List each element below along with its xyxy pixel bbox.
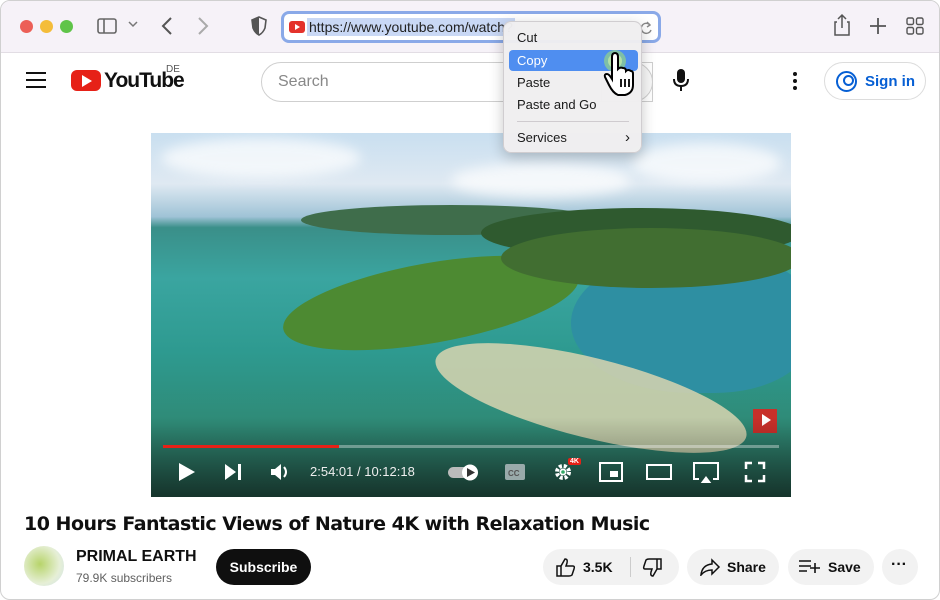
subscriber-count: 79.9K subscribers	[76, 571, 173, 585]
progress-bar[interactable]	[163, 445, 779, 448]
forward-icon[interactable]	[197, 16, 209, 36]
close-window-button[interactable]	[20, 20, 33, 33]
more-horizontal-icon: ···	[891, 556, 907, 573]
microphone-icon[interactable]	[671, 68, 691, 92]
tab-overview-icon[interactable]	[906, 17, 924, 35]
miniplayer-icon[interactable]	[598, 461, 624, 483]
thumbs-up-icon	[556, 558, 576, 577]
chevron-down-icon[interactable]	[128, 21, 138, 29]
theater-mode-icon[interactable]	[645, 461, 673, 483]
back-icon[interactable]	[161, 16, 173, 36]
autoplay-toggle[interactable]	[447, 461, 481, 483]
shield-icon[interactable]	[251, 16, 267, 36]
share-icon[interactable]	[833, 13, 851, 37]
progress-fill	[163, 445, 339, 448]
new-tab-icon[interactable]	[869, 17, 887, 35]
fullscreen-icon[interactable]	[744, 461, 766, 483]
url-text[interactable]: https://www.youtube.com/watch?	[307, 18, 515, 36]
like-button[interactable]: 3.5K	[543, 549, 631, 585]
channel-name[interactable]: PRIMAL EARTH	[76, 548, 197, 566]
menu-item-services[interactable]: Services ›	[509, 127, 638, 148]
save-button[interactable]: Save	[788, 549, 874, 585]
add-to-playlist-icon	[799, 560, 820, 573]
sign-in-button[interactable]: Sign in	[824, 62, 926, 100]
zoom-window-button[interactable]	[60, 20, 73, 33]
settings-more-icon[interactable]	[793, 72, 799, 92]
youtube-favicon-icon	[289, 21, 305, 33]
account-icon	[836, 71, 857, 92]
video-title: 10 Hours Fantastic Views of Nature 4K wi…	[24, 513, 650, 535]
video-player[interactable]: 2:54:01 / 10:12:18 CC 4K	[151, 133, 791, 497]
browser-toolbar: https://www.youtube.com/watch?	[1, 1, 939, 53]
hand-pointer-cursor-icon	[603, 50, 634, 96]
youtube-play-icon	[71, 70, 101, 91]
browser-window: https://www.youtube.com/watch? YouTube D…	[0, 0, 940, 600]
sidebar-icon[interactable]	[97, 17, 117, 35]
country-code: DE	[166, 64, 180, 75]
divider	[630, 557, 631, 577]
captions-icon[interactable]: CC	[504, 461, 526, 483]
quality-badge: 4K	[568, 458, 581, 465]
next-icon[interactable]	[223, 461, 243, 483]
thumbs-down-icon[interactable]	[641, 558, 663, 578]
chevron-right-icon: ›	[625, 129, 630, 146]
menu-separator	[517, 121, 629, 122]
menu-icon[interactable]	[26, 72, 46, 88]
share-button[interactable]: Share	[687, 549, 779, 585]
time-display: 2:54:01 / 10:12:18	[310, 464, 415, 479]
svg-text:CC: CC	[508, 469, 520, 478]
play-icon[interactable]	[178, 461, 196, 483]
like-dislike-group: 3.5K	[543, 549, 679, 585]
share-arrow-icon	[700, 558, 721, 576]
volume-icon[interactable]	[269, 461, 291, 483]
youtube-header: YouTube DE Search Sign in	[1, 54, 939, 110]
minimize-window-button[interactable]	[40, 20, 53, 33]
subscribe-button[interactable]: Subscribe	[216, 549, 311, 585]
menu-item-cut[interactable]: Cut	[509, 27, 638, 48]
more-actions-button[interactable]: ···	[882, 549, 918, 585]
airplay-icon[interactable]	[692, 461, 720, 483]
channel-avatar[interactable]	[24, 546, 64, 586]
